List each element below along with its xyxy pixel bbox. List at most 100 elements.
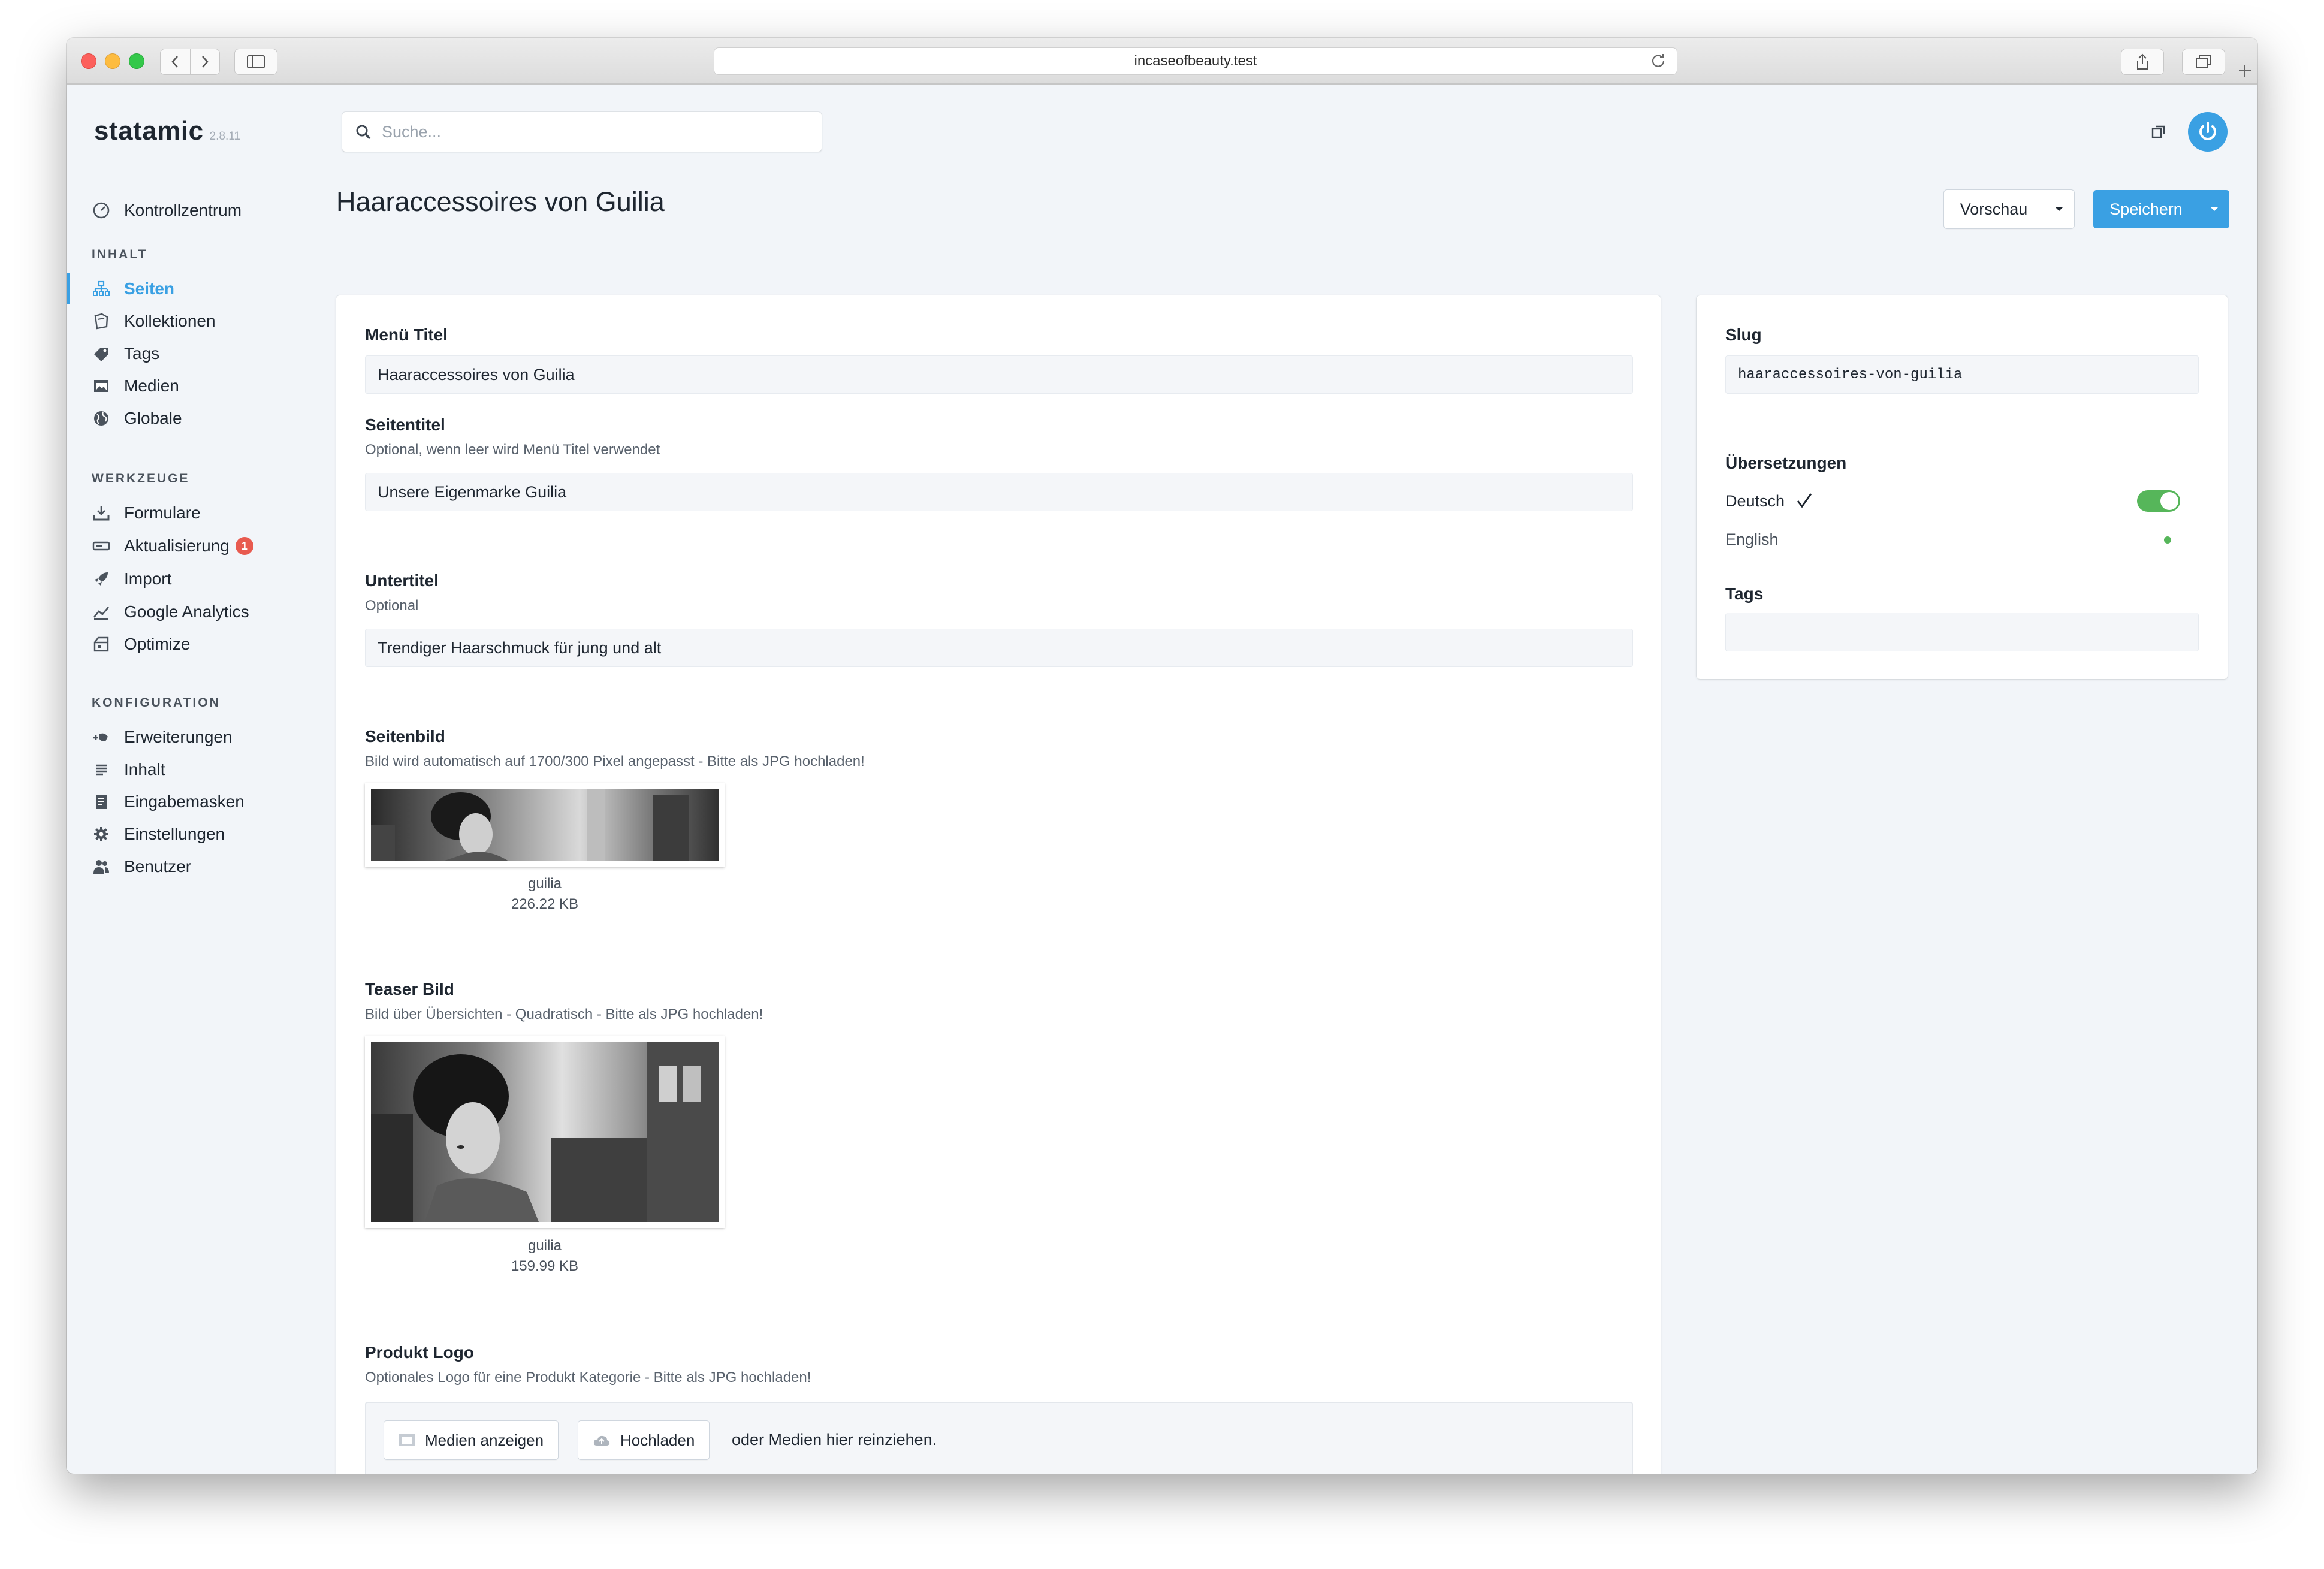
- asset-dropzone[interactable]: Medien anzeigen Hochladen oder Medien hi…: [365, 1402, 1633, 1474]
- nav-dashboard[interactable]: Kontrollzentrum: [90, 195, 242, 225]
- subtitle-field[interactable]: Trendiger Haarschmuck für jung und alt: [365, 629, 1633, 667]
- search-input[interactable]: [381, 122, 802, 142]
- user-menu-button[interactable]: [2188, 112, 2228, 152]
- preview-button[interactable]: Vorschau: [1944, 190, 2044, 228]
- translation-english-label: English: [1725, 530, 1779, 548]
- nav-content-label: Inhalt: [124, 760, 165, 779]
- subtitle-label: Untertitel: [365, 571, 439, 590]
- sidebar-toggle-button[interactable]: [234, 49, 277, 75]
- status-dot: [2164, 536, 2171, 544]
- global-search[interactable]: [342, 112, 822, 152]
- nav-import[interactable]: Import: [90, 564, 171, 594]
- nav-addons[interactable]: Erweiterungen: [90, 722, 233, 752]
- browser-titlebar: incaseofbeauty.test: [67, 38, 2257, 85]
- translations-label: Übersetzungen: [1725, 454, 1847, 472]
- nav-forms-label: Formulare: [124, 503, 201, 522]
- page-title-field[interactable]: Unsere Eigenmarke Guilia: [365, 473, 1633, 511]
- tags-label: Tags: [1725, 584, 1764, 603]
- nav-google-analytics[interactable]: Google Analytics: [90, 597, 249, 627]
- nav-tags[interactable]: Tags: [90, 339, 159, 369]
- updates-icon: [90, 535, 112, 557]
- back-button[interactable]: [161, 49, 190, 74]
- page-image-size: 226.22 KB: [511, 896, 579, 912]
- browser-window: incaseofbeauty.test statamic 2.8.11 Such…: [67, 38, 2257, 1474]
- nav-pages[interactable]: Seiten: [90, 274, 174, 304]
- rocket-icon: [90, 568, 112, 590]
- share-icon: [2137, 53, 2148, 70]
- page-image-thumbnail[interactable]: [365, 783, 725, 867]
- page-title-help: Optional, wenn leer wird Menü Titel verw…: [365, 442, 660, 458]
- nav-media[interactable]: Medien: [90, 371, 179, 401]
- menu-title-field[interactable]: Haaraccessoires von Guilia: [365, 355, 1633, 394]
- nav-forms[interactable]: Formulare: [90, 498, 201, 528]
- subtitle-value: Trendiger Haarschmuck für jung und alt: [378, 638, 662, 657]
- open-site-button[interactable]: [2151, 124, 2166, 143]
- nav-updates[interactable]: Aktualisierung 1: [90, 531, 253, 561]
- tag-icon: [90, 343, 112, 364]
- tabs-icon: [2196, 55, 2211, 68]
- cloud-upload-icon: [593, 1434, 611, 1447]
- teaser-image-thumbnail[interactable]: [365, 1036, 725, 1228]
- save-button[interactable]: Speichern: [2093, 190, 2199, 228]
- addons-icon: [90, 726, 112, 748]
- address-bar[interactable]: incaseofbeauty.test: [714, 47, 1677, 75]
- nav-settings-label: Einstellungen: [124, 825, 225, 843]
- preview-dropdown-toggle[interactable]: [2044, 190, 2074, 228]
- subtitle-help: Optional: [365, 598, 419, 614]
- nav-updates-label: Aktualisierung: [124, 536, 230, 555]
- translation-deutsch-toggle[interactable]: [2137, 490, 2180, 512]
- page-title-value: Unsere Eigenmarke Guilia: [378, 482, 567, 501]
- nav-users[interactable]: Benutzer: [90, 852, 191, 882]
- slug-field[interactable]: haaraccessoires-von-guilia: [1725, 355, 2199, 394]
- portrait-photo-wide: [371, 789, 719, 861]
- nav-collections-label: Kollektionen: [124, 312, 216, 330]
- nav-content[interactable]: Inhalt: [90, 755, 165, 784]
- save-dropdown-toggle[interactable]: [2199, 190, 2229, 228]
- minimize-window-button[interactable]: [105, 53, 120, 69]
- translation-deutsch-label: Deutsch: [1725, 492, 1785, 510]
- plus-icon: [2239, 65, 2251, 77]
- document-icon: [90, 791, 112, 813]
- share-button[interactable]: [2121, 49, 2164, 75]
- page-title-label: Seitentitel: [365, 415, 445, 434]
- new-tab-button[interactable]: [2232, 58, 2257, 83]
- nav-optimize-label: Optimize: [124, 635, 191, 653]
- meta-sidebar: Slug haaraccessoires-von-guilia Übersetz…: [1697, 295, 2228, 679]
- nav-settings[interactable]: Einstellungen: [90, 819, 225, 849]
- app-version: 2.8.11: [209, 130, 240, 143]
- nav-globals[interactable]: Globale: [90, 403, 182, 433]
- nav-addons-label: Erweiterungen: [124, 728, 233, 746]
- browse-media-button[interactable]: Medien anzeigen: [384, 1421, 559, 1459]
- nav-fieldsets[interactable]: Eingabemasken: [90, 787, 245, 817]
- nav-optimize[interactable]: Optimize: [90, 629, 190, 659]
- nav-google-analytics-label: Google Analytics: [124, 602, 249, 621]
- tags-field[interactable]: [1725, 613, 2199, 651]
- slug-value: haaraccessoires-von-guilia: [1738, 366, 1963, 383]
- portrait-photo: [371, 1042, 719, 1222]
- nav-media-label: Medien: [124, 376, 179, 395]
- preview-button-group: Vorschau: [1944, 190, 2074, 228]
- zoom-window-button[interactable]: [129, 53, 144, 69]
- menu-title-value: Haaraccessoires von Guilia: [378, 365, 575, 384]
- close-window-button[interactable]: [81, 53, 96, 69]
- collections-icon: [90, 310, 112, 332]
- forward-button[interactable]: [189, 49, 220, 74]
- power-icon: [2199, 122, 2216, 140]
- nav-collections[interactable]: Kollektionen: [90, 306, 216, 336]
- nav-heading-configuration: KONFIGURATION: [92, 696, 221, 710]
- caret-down-icon: [2056, 207, 2063, 211]
- app-logo[interactable]: statamic 2.8.11: [94, 116, 240, 146]
- upload-button[interactable]: Hochladen: [578, 1421, 710, 1459]
- page-image-help: Bild wird automatisch auf 1700/300 Pixel…: [365, 753, 865, 770]
- tabs-overview-button[interactable]: [2182, 49, 2225, 75]
- media-icon: [399, 1433, 415, 1447]
- translation-deutsch[interactable]: Deutsch: [1725, 492, 1813, 511]
- translation-english[interactable]: English: [1725, 530, 1779, 549]
- reload-icon[interactable]: [1650, 53, 1666, 68]
- gear-icon: [90, 823, 112, 845]
- chevron-right-icon: [201, 56, 209, 68]
- page-title: Haaraccessoires von Guilia: [336, 186, 665, 217]
- caret-down-icon: [2211, 207, 2218, 211]
- app-name: statamic: [94, 116, 204, 146]
- teaser-image-size: 159.99 KB: [511, 1258, 579, 1274]
